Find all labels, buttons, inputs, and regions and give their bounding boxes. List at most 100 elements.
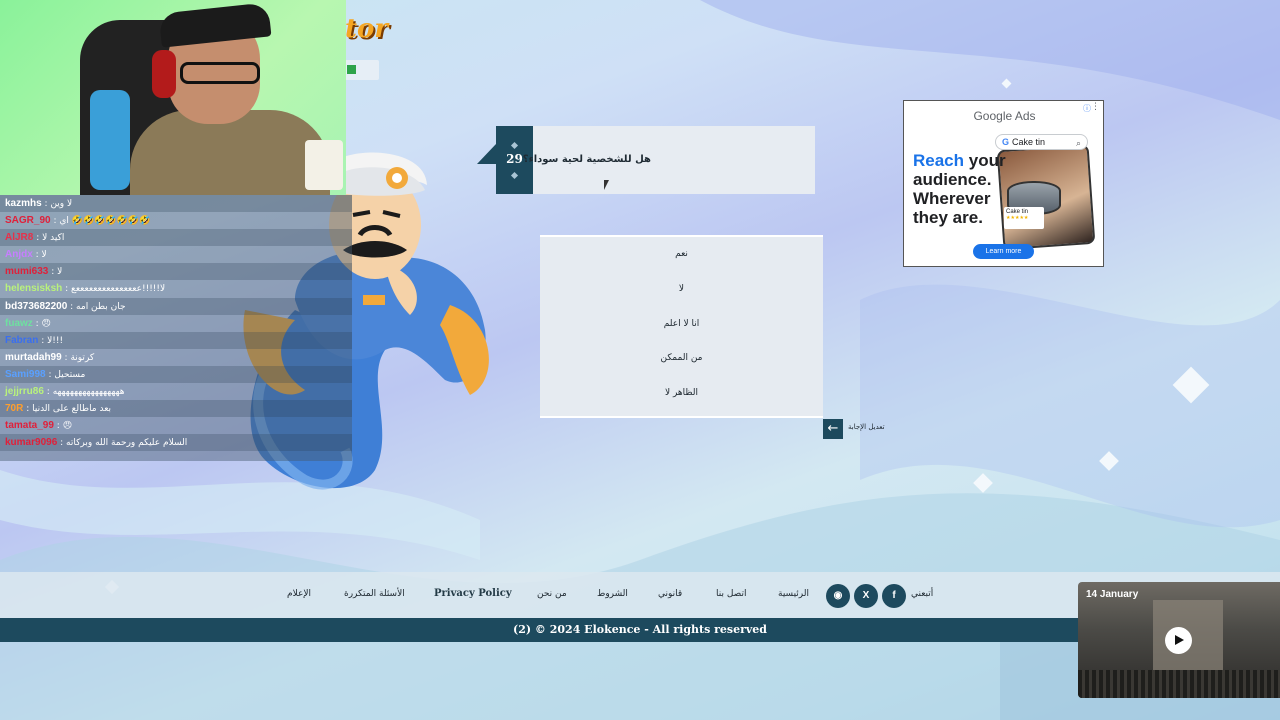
answer-probably[interactable]: من الممكن <box>540 341 823 376</box>
play-icon[interactable] <box>1165 627 1192 654</box>
chat-text: السلام عليكم ورحمة الله وبركاته <box>66 438 188 449</box>
footer-link-privacy[interactable]: Privacy Policy <box>434 588 512 599</box>
chat-separator: : <box>53 421 63 432</box>
answer-yes[interactable]: نعم <box>540 237 823 272</box>
follow-label: أتبعني <box>911 589 934 599</box>
info-icon[interactable]: ⓘ <box>1083 103 1091 114</box>
more-icon[interactable]: ⋮ <box>1091 102 1100 112</box>
question-notch <box>477 144 496 164</box>
answer-no[interactable]: لا <box>540 272 823 307</box>
chat-username: kazmhs <box>5 198 42 209</box>
chat-separator: : <box>48 267 58 278</box>
chat-message: fuawz : 😠 <box>0 315 352 332</box>
chat-text: ههههههههههههههههه <box>52 387 125 398</box>
video-date: 14 January <box>1086 589 1139 600</box>
chat-text: مستحيل <box>54 369 86 380</box>
ad-brand: Google Ads <box>973 109 1036 123</box>
question-card: 29 هل للشخصية لحية سوداء؟ <box>477 126 815 194</box>
correct-answer-link[interactable]: تعديل الإجابة <box>848 423 885 431</box>
answer-dont-know[interactable]: انا لا اعلم <box>540 307 823 342</box>
streamer-webcam <box>0 0 346 195</box>
footer-link-terms[interactable]: الشروط <box>597 589 628 599</box>
footer-link-home[interactable]: الرئيسية <box>778 589 809 599</box>
chat-separator: : <box>32 318 42 329</box>
footer-link-legal[interactable]: قانوني <box>658 589 682 599</box>
chat-text: لا وين <box>50 199 73 209</box>
facebook-icon[interactable]: f <box>882 584 906 608</box>
streamer-body <box>130 110 330 195</box>
chat-message: helensisksh : لا!!!!!عععععععععععععععع <box>0 280 352 297</box>
chat-username: SAGR_90 <box>5 215 51 227</box>
glasses <box>180 62 260 84</box>
chat-text: بعد ماطالع على الدنيا <box>32 404 112 415</box>
headset <box>152 50 176 98</box>
google-ad[interactable]: Google Ads ⓘ ⋮ G Cake tin ⌕ Reach your aud… <box>903 100 1104 267</box>
chat-username: kumar9096 <box>5 437 58 449</box>
arrow-left-icon[interactable]: ← <box>823 419 843 439</box>
chat-username: mumi633 <box>5 266 49 278</box>
google-g-icon: G <box>1002 137 1010 147</box>
chat-text: اكيد لا <box>42 233 65 244</box>
footer-link-contact[interactable]: اتصل بنا <box>716 589 746 599</box>
learn-more-button[interactable]: Learn more <box>973 244 1034 259</box>
chat-message: mumi633 : لا <box>0 263 352 281</box>
chat-separator: : <box>32 250 42 261</box>
chat-username: AlJR8 <box>5 232 34 244</box>
chat-message: Fabran : لا!!! <box>0 331 352 349</box>
chat-message: murtadah99 : كرتونة <box>0 349 352 366</box>
chat-username: 70R <box>5 403 24 415</box>
x-icon[interactable]: X <box>854 584 878 608</box>
cup <box>305 140 343 190</box>
chair-side <box>90 90 130 190</box>
chat-username: Fabran <box>5 334 39 346</box>
chat-text: لا <box>41 250 47 261</box>
chat-message: kumar9096 : السلام عليكم ورحمة الله وبرك… <box>0 434 352 452</box>
chat-message: Sami998 : مستحيل <box>0 365 352 384</box>
chat-username: fuawz <box>5 317 33 329</box>
stream-chat: kazmhs : لا وين SAGR_90 : اي 🤣🤣🤣🤣🤣🤣🤣 AlJR8… <box>0 195 352 461</box>
chat-separator: : <box>33 233 43 244</box>
chat-separator: : <box>62 284 72 295</box>
chat-separator: : <box>38 335 48 346</box>
answer-probably-not[interactable]: الظاهر لا <box>540 376 823 411</box>
search-icon: ⌕ <box>1075 138 1081 148</box>
chat-message: SAGR_90 : اي 🤣🤣🤣🤣🤣🤣🤣 <box>0 212 352 229</box>
ad-product-card: Cake tin ★★★★★ <box>1004 207 1044 229</box>
chat-message: jejjrru86 : ههههههههههههههههه <box>0 383 352 400</box>
language-selector[interactable] <box>345 60 379 80</box>
chat-username: murtadah99 <box>5 351 62 363</box>
chat-username: jejjrru86 <box>5 386 44 398</box>
chat-message: kazmhs : لا وين <box>0 195 352 213</box>
chat-username: bd373682200 <box>5 300 68 312</box>
ad-search-box: G Cake tin ⌕ <box>995 134 1088 150</box>
footer-link-faq[interactable]: الأسئلة المتكررة <box>344 589 405 599</box>
question-text: هل للشخصية لحية سوداء؟ <box>522 154 651 165</box>
chat-username: tamata_99 <box>5 420 54 432</box>
chat-username: helensisksh <box>5 283 63 295</box>
chat-username: Anjdx <box>5 249 33 261</box>
chat-username: Sami998 <box>5 368 46 380</box>
chat-text: اي 🤣🤣🤣🤣🤣🤣🤣 <box>59 216 151 227</box>
chat-text: لا <box>57 267 63 278</box>
chat-text: 😠 <box>41 318 51 329</box>
star-rating-icon: ★★★★★ <box>1006 215 1029 221</box>
reddit-icon[interactable]: ◉ <box>826 584 850 608</box>
chat-separator: : <box>23 404 33 415</box>
chat-text: 😠 <box>62 421 73 432</box>
chat-text: كرتونة <box>70 352 95 363</box>
chat-text: جان بطن امه <box>76 301 126 312</box>
footer-link-about[interactable]: من نحن <box>537 589 567 599</box>
answer-list: نعم لا انا لا اعلم من الممكن الظاهر لا <box>540 235 823 418</box>
video-crowd <box>1078 670 1280 698</box>
site-logo[interactable]: tor <box>345 14 388 44</box>
ad-headline-accent: Reach <box>913 151 965 170</box>
video-popup[interactable]: 14 January <box>1078 582 1280 698</box>
chat-separator: : <box>57 438 67 449</box>
chat-message: AlJR8 : اكيد لا <box>0 229 352 247</box>
chat-message: 70R : بعد ماطالع على الدنيا <box>0 400 352 418</box>
footer-link-media[interactable]: الإعلام <box>287 589 311 599</box>
chat-text: لا!!! <box>47 335 64 346</box>
chat-message: Anjdx : لا <box>0 246 352 263</box>
mouse-cursor <box>604 180 614 190</box>
chat-message: tamata_99 : 😠 <box>0 417 352 434</box>
